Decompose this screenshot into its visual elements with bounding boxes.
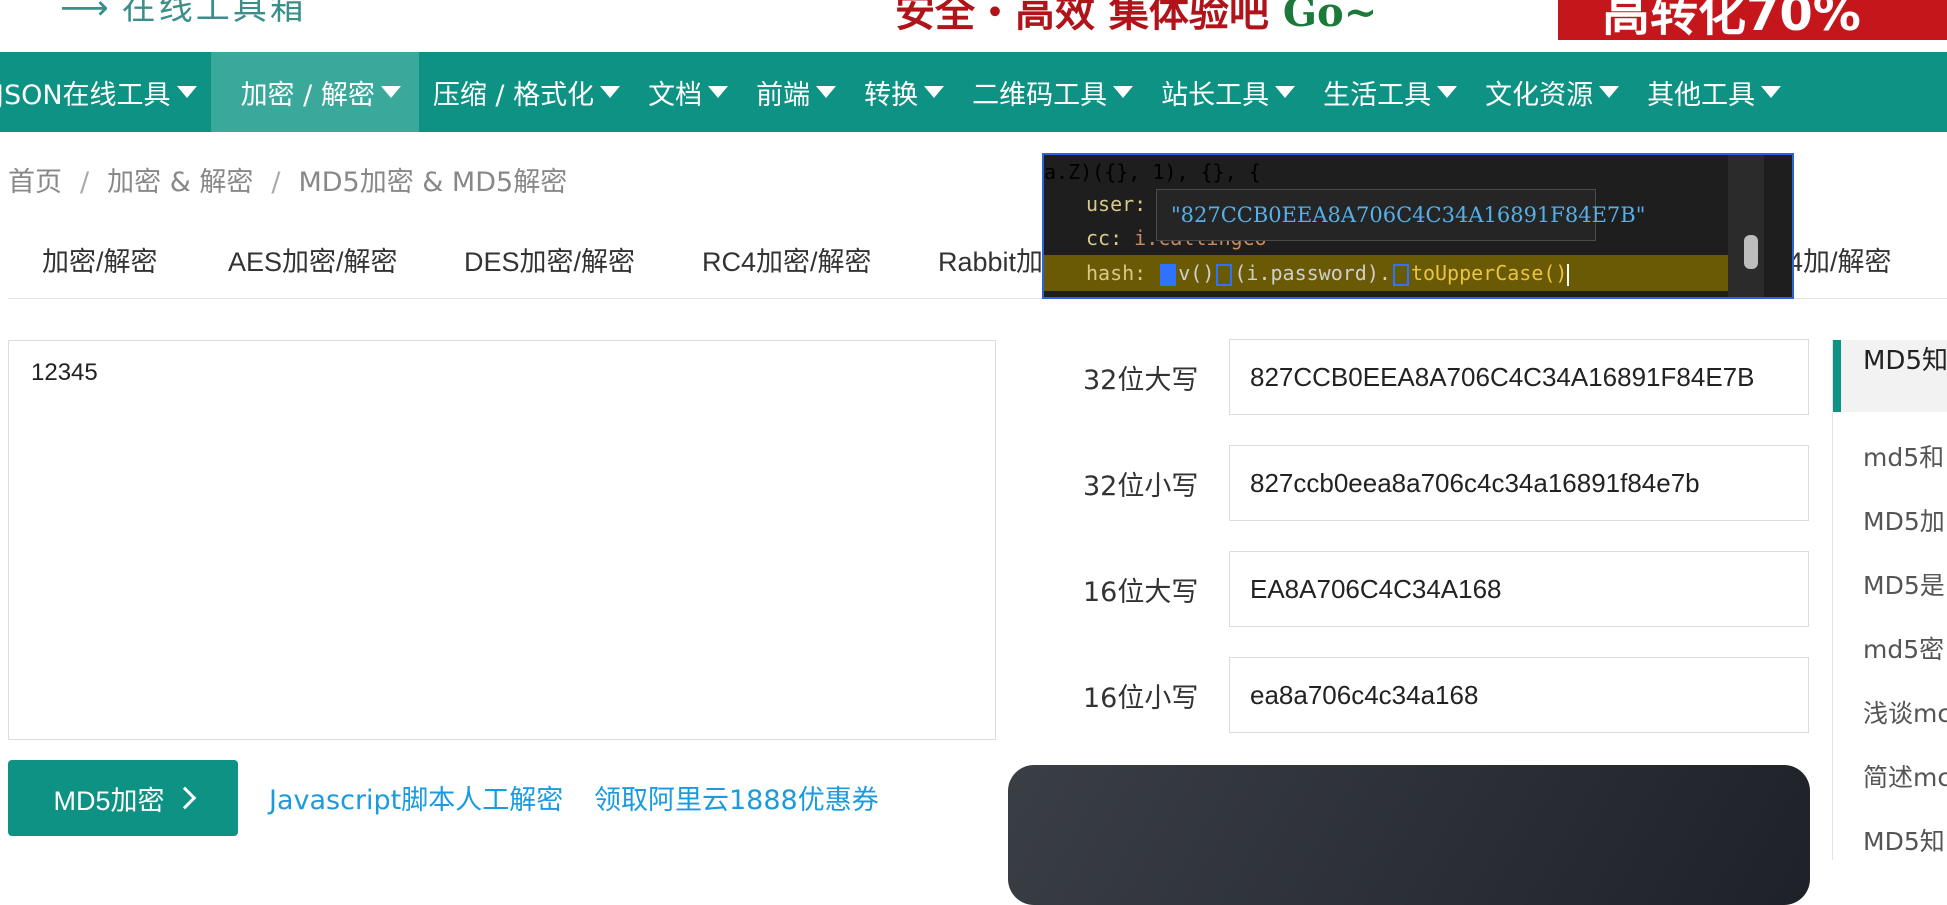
breadcrumb-section[interactable]: 加密 & 解密 xyxy=(107,167,253,198)
ad-banner[interactable]: 高转化70% xyxy=(1558,0,1947,40)
subtab-rabbit[interactable]: Rabbit加 xyxy=(938,240,1043,279)
nav-label: 转换 xyxy=(864,79,919,111)
upper32-output[interactable]: 827CCB0EEA8A706C4C34A16891F84E7B xyxy=(1229,339,1809,415)
breadcrumb-separator: / xyxy=(80,167,90,198)
nav-item-frontend[interactable]: 前端 xyxy=(742,52,850,132)
plaintext-input[interactable]: 12345 xyxy=(8,340,996,740)
nav-label: 加密 / 解密 xyxy=(240,79,375,111)
upper16-output[interactable]: EA8A706C4C34A168 xyxy=(1229,551,1809,627)
caret-down-icon xyxy=(1437,86,1458,98)
sidebar-article[interactable]: MD5加 xyxy=(1863,502,1945,538)
caret-down-icon xyxy=(1275,86,1296,98)
lower16-output[interactable]: ea8a706c4c34a168 xyxy=(1229,657,1809,733)
upper16-label: 16位大写 xyxy=(1083,577,1199,608)
caret-down-icon xyxy=(1761,86,1782,98)
aliyun-coupon-link[interactable]: 领取阿里云1888优惠券 xyxy=(594,778,879,817)
caret-down-icon xyxy=(1113,86,1134,98)
breadcrumb-separator: / xyxy=(271,167,281,198)
js-decrypt-link[interactable]: Javascript脚本人工解密 xyxy=(269,778,563,817)
text-cursor xyxy=(1567,263,1570,286)
sidebar-article[interactable]: MD5知 xyxy=(1863,822,1945,858)
upper32-label: 32位大写 xyxy=(1083,365,1199,396)
caret-down-icon xyxy=(176,86,197,98)
code-call: v() xyxy=(1178,261,1215,285)
sidebar-article[interactable]: MD5是 xyxy=(1863,566,1945,602)
lower16-label: 16位小写 xyxy=(1083,683,1199,714)
nav-label: 压缩 / 格式化 xyxy=(432,79,595,111)
nav-item-other[interactable]: 其他工具 xyxy=(1633,52,1795,132)
code-line: user: xyxy=(1086,187,1146,221)
nav-item-json[interactable]: JSON在线工具 xyxy=(0,52,211,132)
nav-item-convert[interactable]: 转换 xyxy=(850,52,958,132)
nav-label: 站长工具 xyxy=(1161,79,1270,111)
sidebar-article[interactable]: 浅谈mc xyxy=(1863,694,1947,730)
sidebar-heading: MD5知 xyxy=(1833,340,1947,412)
code-line: a.Z)({}, 1), {}, { xyxy=(1044,160,1261,184)
knowledge-sidebar: MD5知 md5和 MD5加 MD5是 md5密 浅谈mc 简述mc MD5知 xyxy=(1832,340,1947,860)
breakpoint-icon[interactable] xyxy=(1160,263,1177,286)
subtab-rc4[interactable]: RC4加密/解密 xyxy=(702,240,872,279)
code-key: user: xyxy=(1086,192,1147,216)
lower32-output[interactable]: 827ccb0eea8a706c4c34a16891f84e7b xyxy=(1229,445,1809,521)
caret-down-icon xyxy=(708,86,729,98)
nav-label: 前端 xyxy=(756,79,811,111)
nav-label: 生活工具 xyxy=(1323,79,1432,111)
caret-down-icon xyxy=(924,86,945,98)
top-banner: ⟶ 在线工具箱 安全・高效 集体验吧 Go~ 高转化70% xyxy=(0,0,1947,52)
subtab-des[interactable]: DES加密/解密 xyxy=(464,240,635,279)
code-line: hash: v() (i.password). toUpperCase() xyxy=(1086,256,1570,290)
caret-down-icon xyxy=(816,86,837,98)
arrow-icon: ⟶ xyxy=(60,0,112,28)
chevron-right-icon xyxy=(173,786,196,810)
caret-down-icon xyxy=(600,86,621,98)
lower32-label: 32位小写 xyxy=(1083,471,1199,502)
md5-encrypt-label: MD5加密 xyxy=(53,785,165,816)
breakpoint-icon[interactable] xyxy=(1392,263,1409,286)
nav-label: 其他工具 xyxy=(1647,79,1756,111)
caret-down-icon xyxy=(380,86,401,98)
slogan-main: 安全・高效 集体验吧 xyxy=(895,0,1269,36)
breadcrumb: 首页 / 加密 & 解密 / MD5加密 & MD5解密 xyxy=(8,160,567,199)
subtab-sm4[interactable]: 4加/解密 xyxy=(1788,240,1892,279)
banner-slogan: 安全・高效 集体验吧 Go~ xyxy=(895,0,1377,38)
nav-label: 二维码工具 xyxy=(972,79,1108,111)
breakpoint-icon[interactable] xyxy=(1216,263,1233,286)
sidebar-article[interactable]: md5和 xyxy=(1863,438,1944,474)
nav-item-webmaster[interactable]: 站长工具 xyxy=(1147,52,1309,132)
nav-item-compress[interactable]: 压缩 / 格式化 xyxy=(419,52,634,132)
code-arg: (i.password). xyxy=(1234,261,1391,285)
scrollbar-track[interactable] xyxy=(1728,155,1764,297)
code-method: toUpperCase() xyxy=(1410,261,1568,285)
hover-value-tooltip: "827CCB0EEA8A706C4C34A16891F84E7B" xyxy=(1156,189,1645,241)
devtools-debugger-overlay: a.Z)({}, 1), {}, { user: cc: i.callingCo… xyxy=(1042,153,1794,299)
nav-item-docs[interactable]: 文档 xyxy=(634,52,742,132)
md5-encrypt-button[interactable]: MD5加密 xyxy=(8,760,238,836)
nav-label: 文化资源 xyxy=(1485,79,1594,111)
nav-item-encrypt[interactable]: 加密 / 解密 xyxy=(210,52,419,132)
subtab-encrypt-decrypt[interactable]: 加密/解密 xyxy=(42,240,158,279)
sidebar-article[interactable]: md5密 xyxy=(1863,630,1944,666)
promo-panel[interactable] xyxy=(1008,765,1810,905)
code-key: cc: xyxy=(1086,226,1123,250)
slogan-go: Go~ xyxy=(1282,0,1378,36)
subtab-aes[interactable]: AES加密/解密 xyxy=(228,240,398,279)
code-key: hash: xyxy=(1086,261,1147,285)
scrollbar-thumb[interactable] xyxy=(1744,235,1758,269)
nav-item-qrcode[interactable]: 二维码工具 xyxy=(958,52,1147,132)
nav-label: JSON在线工具 xyxy=(0,79,171,111)
caret-down-icon xyxy=(1599,86,1620,98)
sidebar-article[interactable]: 简述mc xyxy=(1863,758,1947,794)
main-nav: JSON在线工具 加密 / 解密 压缩 / 格式化 文档 前端 转换 二维码工具… xyxy=(0,52,1947,132)
nav-item-life[interactable]: 生活工具 xyxy=(1309,52,1471,132)
logo-text: 在线工具箱 xyxy=(121,0,307,28)
breadcrumb-current: MD5加密 & MD5解密 xyxy=(298,167,568,198)
nav-label: 文档 xyxy=(648,79,703,111)
site-logo[interactable]: ⟶ 在线工具箱 xyxy=(60,0,307,29)
nav-item-culture[interactable]: 文化资源 xyxy=(1471,52,1633,132)
breadcrumb-home[interactable]: 首页 xyxy=(8,167,62,198)
